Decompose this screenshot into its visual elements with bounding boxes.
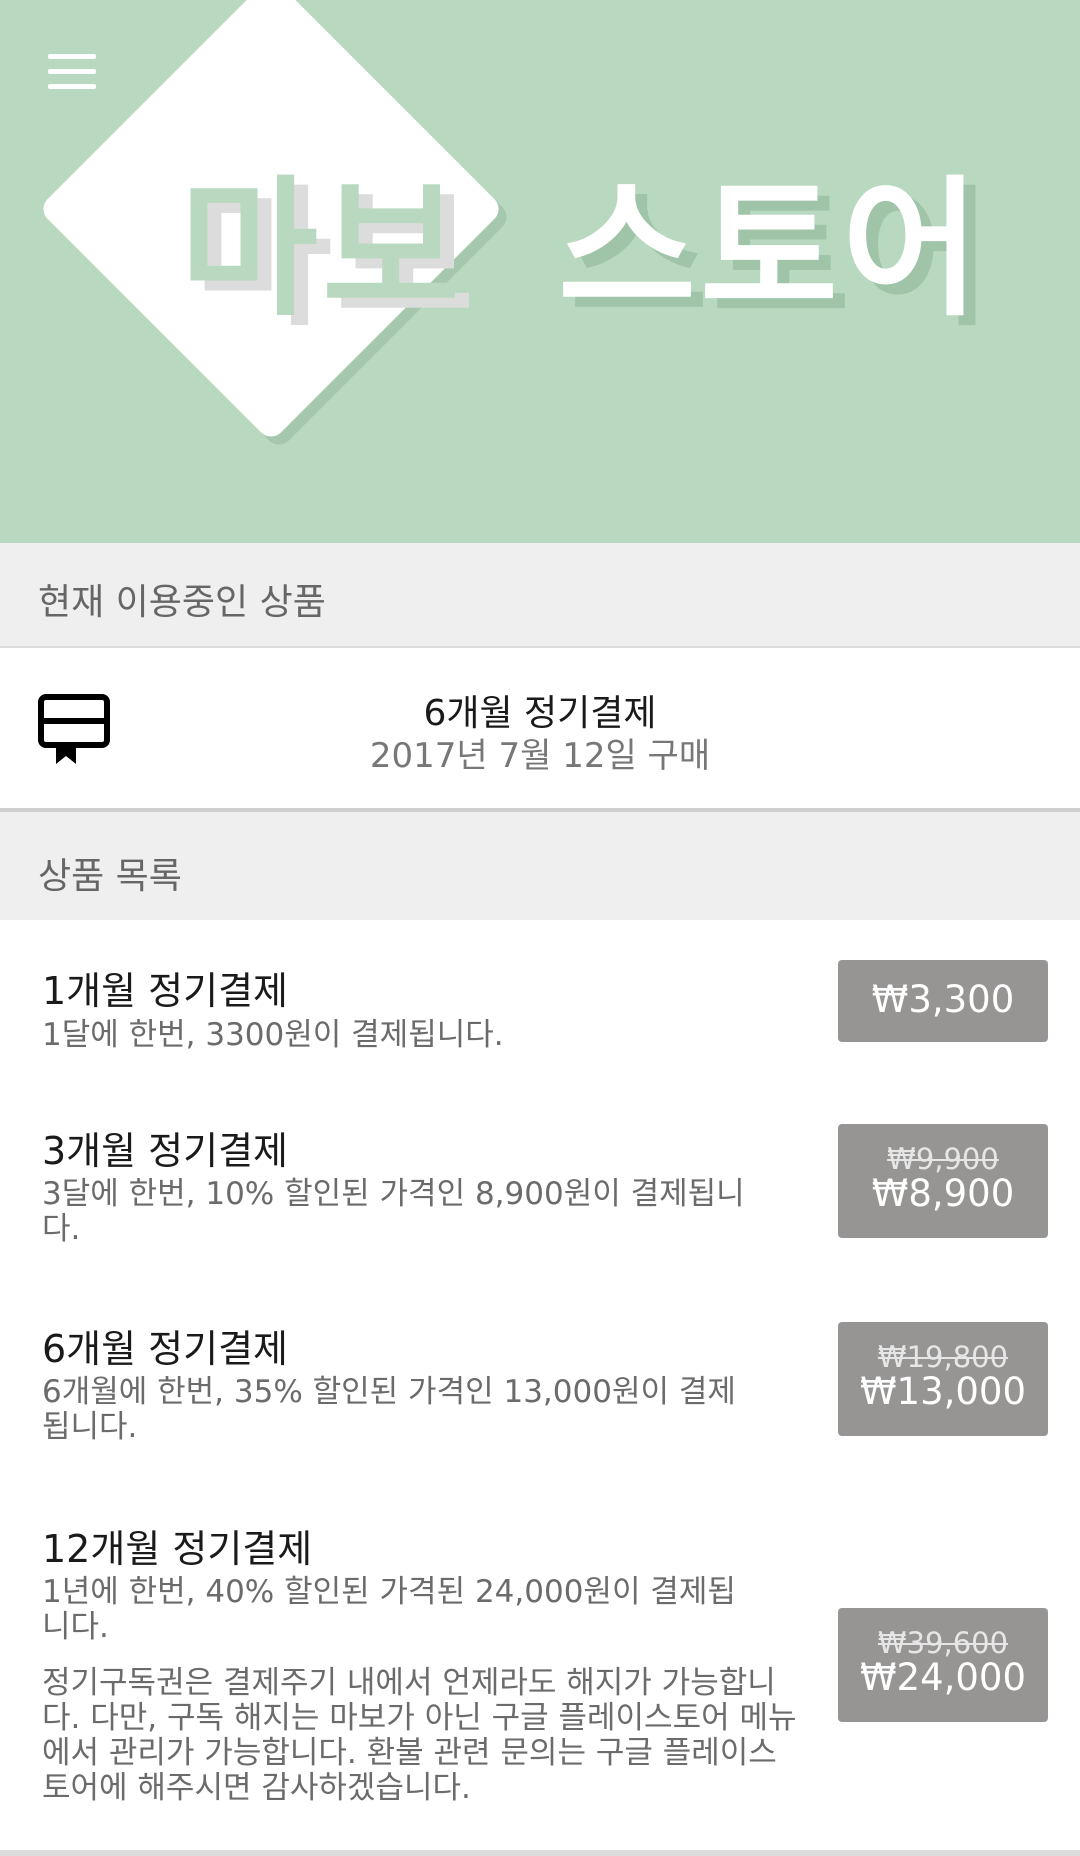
product-description: 1년에 한번, 40% 할인된 가격된 24,000원이 결제됩니다. <box>42 1574 736 1645</box>
product-title: 6개월 정기결제 <box>42 1327 289 1371</box>
price-current: ₩13,000 <box>859 1370 1027 1413</box>
price-button-12-month[interactable]: ₩39,600 ₩24,000 <box>838 1608 1048 1722</box>
product-item-12-month: 12개월 정기결제 1년에 한번, 40% 할인된 가격된 24,000원이 결… <box>0 1480 1080 1850</box>
current-product-card: 6개월 정기결제 2017년 7월 12일 구매 <box>0 648 1080 812</box>
product-title: 3개월 정기결제 <box>42 1129 289 1173</box>
product-title: 12개월 정기결제 <box>42 1527 313 1571</box>
menu-line <box>48 84 96 89</box>
price-button-3-month[interactable]: ₩9,900 ₩8,900 <box>838 1124 1048 1238</box>
product-list-heading: 상품 목록 <box>0 812 1080 920</box>
product-item-3-month: 3개월 정기결제 3달에 한번, 10% 할인된 가격인 8,900원이 결제됩… <box>0 1080 1080 1280</box>
hamburger-menu-icon[interactable] <box>40 48 104 96</box>
product-item-1-month: 1개월 정기결제 1달에 한번, 3300원이 결제됩니다. ₩3,300 <box>0 920 1080 1080</box>
current-product-purchase-date: 2017년 7월 12일 구매 <box>369 736 711 776</box>
price-button-1-month[interactable]: ₩3,300 <box>838 960 1048 1042</box>
product-description: 3달에 한번, 10% 할인된 가격인 8,900원이 결제됩니다. <box>42 1176 745 1247</box>
price-current: ₩3,300 <box>871 978 1015 1021</box>
store-screen: 마보 스토어 현재 이용중인 상품 6개월 정기결제 2017년 7월 12일 … <box>0 0 1080 1856</box>
price-original: ₩19,800 <box>877 1340 1009 1374</box>
price-button-6-month[interactable]: ₩19,800 ₩13,000 <box>838 1322 1048 1436</box>
current-product-heading: 현재 이용중인 상품 <box>0 543 1080 648</box>
product-description: 6개월에 한번, 35% 할인된 가격인 13,000원이 결제됩니다. <box>42 1374 736 1445</box>
logo-text-store: 스토어 <box>558 163 985 337</box>
bottom-divider <box>0 1850 1080 1856</box>
price-current: ₩8,900 <box>871 1172 1015 1215</box>
mabo-store-logo: 마보 스토어 <box>0 0 1080 543</box>
logo-text-mabo: 마보 <box>180 163 465 337</box>
subscription-cancel-notice: 정기구독권은 결제주기 내에서 언제라도 해지가 가능합니다. 다만, 구독 해… <box>42 1665 797 1806</box>
price-original: ₩9,900 <box>887 1142 999 1176</box>
product-item-6-month: 6개월 정기결제 6개월에 한번, 35% 할인된 가격인 13,000원이 결… <box>0 1280 1080 1480</box>
product-description: 1달에 한번, 3300원이 결제됩니다. <box>42 1017 504 1053</box>
product-title: 1개월 정기결제 <box>42 969 289 1013</box>
menu-line <box>48 54 96 59</box>
store-banner: 마보 스토어 <box>0 0 1080 543</box>
menu-line <box>48 69 96 74</box>
price-current: ₩24,000 <box>859 1656 1027 1699</box>
price-original: ₩39,600 <box>877 1626 1009 1660</box>
